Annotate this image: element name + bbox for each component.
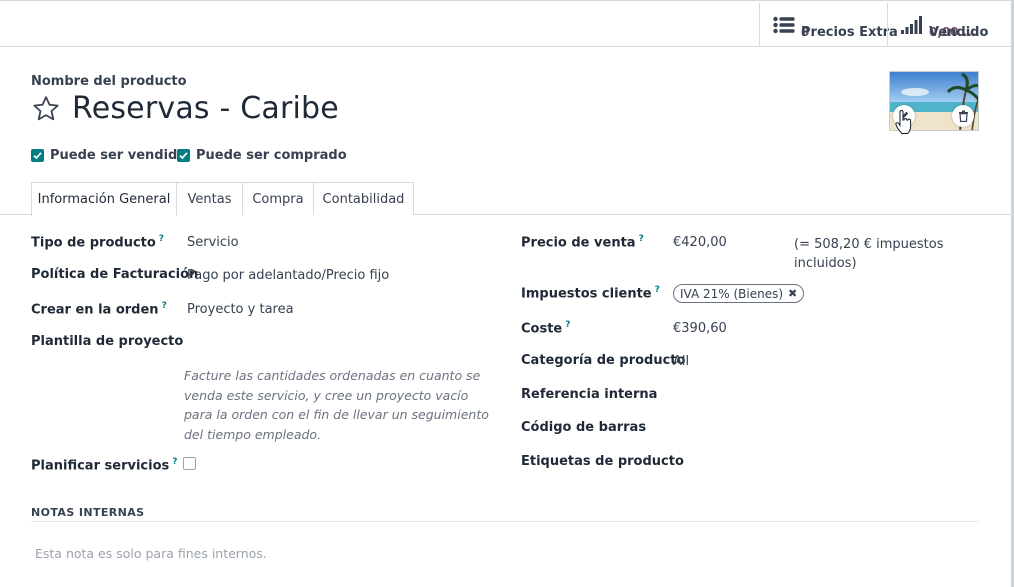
help-icon[interactable]: ? — [655, 285, 660, 295]
cost-label: Coste? — [521, 320, 571, 337]
barcode-label: Código de barras — [521, 420, 647, 435]
help-icon[interactable]: ? — [172, 457, 177, 467]
create-on-order-field[interactable]: Proyecto y tarea — [187, 302, 294, 317]
check-icon — [31, 149, 44, 162]
extra-prices-label: Precios Extra — [801, 24, 898, 40]
invoicing-policy-field[interactable]: Pago por adelantado/Precio fijo — [187, 268, 389, 283]
tax-tag[interactable]: IVA 21% (Bienes) ✖ — [673, 284, 805, 303]
product-category-field[interactable]: All — [673, 354, 689, 369]
internal-reference-label: Referencia interna — [521, 387, 658, 402]
help-icon[interactable]: ? — [639, 234, 644, 244]
sale-price-field[interactable]: €420,00 — [673, 235, 727, 250]
cost-field[interactable]: €390,60 — [673, 321, 727, 336]
delete-image-button[interactable] — [952, 105, 974, 127]
product-name-field[interactable]: Reservas - Caribe — [72, 91, 339, 126]
plan-services-label: Planificar servicios? — [31, 457, 178, 474]
check-icon — [177, 149, 190, 162]
signal-bars-icon — [900, 13, 924, 37]
can-be-purchased-label: Puede ser comprado — [196, 148, 347, 163]
divider — [31, 521, 979, 522]
hand-cursor-icon — [895, 109, 913, 140]
can-be-sold-checkbox[interactable]: Puede ser vendido — [31, 148, 186, 163]
extra-prices-button[interactable]: 0 Precios Extra — [759, 3, 898, 46]
create-on-order-label: Crear en la orden? — [31, 301, 167, 318]
invoicing-policy-label: Política de Facturación — [31, 267, 199, 282]
tab-sales[interactable]: Ventas — [176, 182, 243, 215]
tab-general-information[interactable]: Información General — [31, 182, 177, 216]
service-help-text: Facture las cantidades ordenadas en cuan… — [184, 368, 489, 442]
can-be-purchased-checkbox[interactable]: Puede ser comprado — [177, 148, 347, 163]
sale-price-label: Precio de venta? — [521, 234, 644, 251]
sold-button[interactable]: 0,00 ... Vendido — [887, 3, 1011, 46]
customer-taxes-label: Impuestos cliente? — [521, 285, 660, 302]
internal-notes-field[interactable]: Esta nota es solo para fines internos. — [35, 546, 267, 561]
tab-accounting[interactable]: Contabilidad — [313, 182, 414, 215]
tab-bar: Información General Ventas Compra Contab… — [0, 182, 1014, 216]
remove-tag-icon[interactable]: ✖ — [788, 287, 797, 300]
help-icon[interactable]: ? — [565, 320, 570, 330]
help-icon[interactable]: ? — [162, 301, 167, 311]
project-template-label: Plantilla de proyecto — [31, 334, 184, 349]
tax-tag-label: IVA 21% (Bienes) — [680, 286, 784, 301]
tab-purchase[interactable]: Compra — [242, 182, 314, 215]
product-name-label: Nombre del producto — [31, 74, 187, 89]
product-type-field[interactable]: Servicio — [187, 235, 239, 250]
product-type-label: Tipo de producto? — [31, 234, 165, 251]
trash-icon — [958, 110, 968, 122]
help-icon[interactable]: ? — [159, 234, 164, 244]
can-be-sold-label: Puede ser vendido — [50, 148, 187, 163]
list-icon — [772, 13, 796, 37]
tax-included-text: (= 508,20 € impuestos incluidos) — [794, 237, 944, 271]
plan-services-checkbox[interactable] — [183, 457, 196, 470]
star-icon[interactable] — [31, 94, 61, 124]
sold-label: Vendido — [929, 24, 989, 40]
product-tags-label: Etiquetas de producto — [521, 454, 684, 469]
product-category-label: Categoría de producto — [521, 353, 686, 368]
internal-notes-title: NOTAS INTERNAS — [31, 506, 145, 519]
